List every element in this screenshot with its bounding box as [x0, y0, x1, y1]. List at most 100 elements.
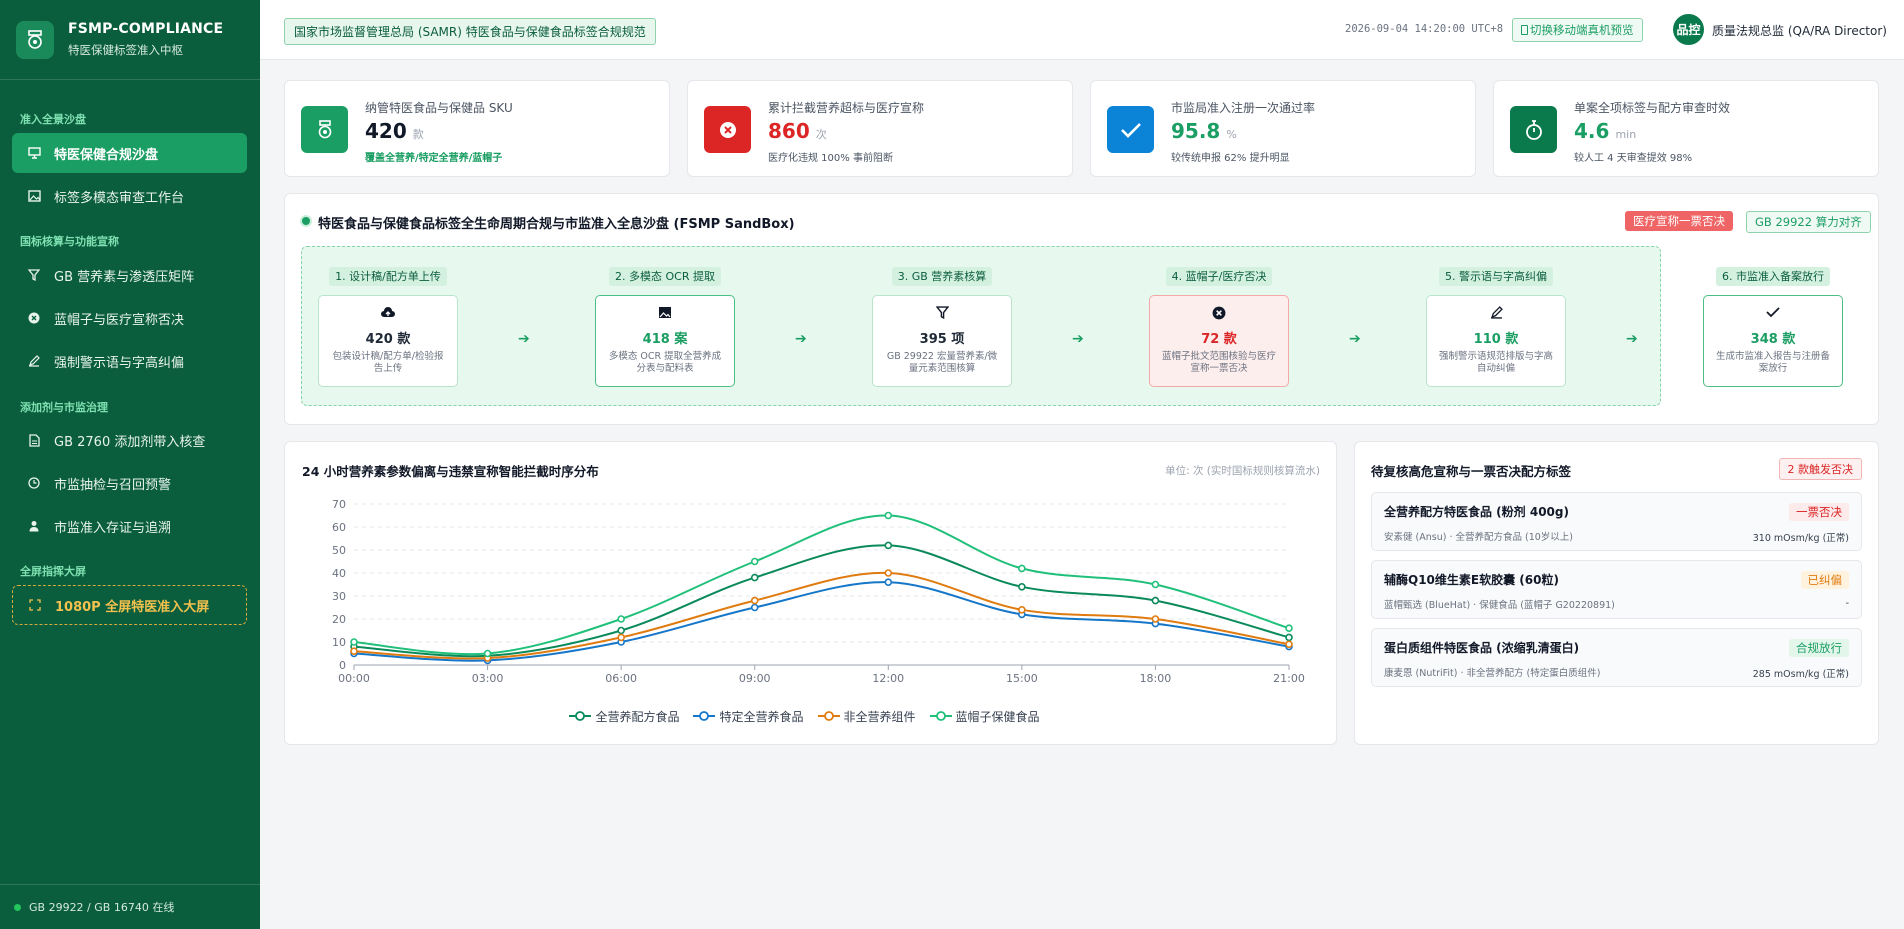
brand: FSMP-COMPLIANCE 特医保健标签准入中枢: [0, 0, 260, 80]
data-point: [884, 541, 893, 550]
mobile-preview-button[interactable]: 切换移动端真机预览: [1512, 18, 1643, 42]
data-point: [1018, 606, 1026, 614]
legend-marker: [817, 711, 840, 721]
x-tick-label: 21:00: [1273, 672, 1305, 685]
step-card-veto[interactable]: 72 款 蓝帽子批文范围核验与医疗宣称一票否决: [1149, 295, 1289, 387]
status-badge: 已纠偏: [1800, 571, 1849, 589]
sidebar-item-recall-alert[interactable]: 市监抽检与召回预警: [12, 463, 247, 503]
kpi-note: 覆盖全营养/特定全营养/蓝帽子: [365, 153, 503, 164]
brand-name: FSMP-COMPLIANCE: [68, 21, 224, 37]
product-name: 蛋白质组件特医食品 (浓缩乳清蛋白): [1384, 641, 1580, 655]
nav-group-fullscreen: 全屏指挥大屏: [20, 565, 86, 578]
user-role[interactable]: 质量法规总监 (QA/RA Director): [1712, 22, 1887, 39]
data-point: [884, 511, 893, 520]
data-point: [1151, 596, 1160, 605]
kpi-value: 420 款: [365, 119, 424, 143]
data-point: [1285, 633, 1293, 642]
step-card-nutrients[interactable]: 395 项 GB 29922 宏量营养素/微量元素范围核算: [872, 295, 1012, 387]
sidebar-item-traceability[interactable]: 市监准入存证与追溯: [12, 506, 247, 546]
regulation-title: 国家市场监督管理总局 (SAMR) 特医食品与保健食品标签合规规范: [284, 18, 656, 45]
kpi-label: 单案全项标签与配方审查时效: [1574, 101, 1731, 115]
legend-item[interactable]: 非全营养组件: [817, 708, 916, 725]
chart-panel: 24 小时营养素参数偏离与违禁宣称智能拦截时序分布 单位: 次 (实时国标规则核…: [284, 441, 1337, 745]
sidebar-item-warning-correction[interactable]: 强制警示语与字高纠偏: [12, 341, 247, 381]
arrow-right-icon: ➔: [795, 331, 807, 347]
step-card-upload[interactable]: 420 款 包装设计稿/配方单/检验报告上传: [318, 295, 458, 387]
step-description: 生成市监准入报告与注册备案放行: [1715, 351, 1830, 374]
x-circle-icon: [704, 106, 751, 153]
image-icon: [26, 188, 42, 204]
data-point: [1018, 583, 1026, 591]
step-value: 395 项: [919, 332, 965, 347]
step-card-ocr[interactable]: 418 案 多模态 OCR 提取全营养成分表与配料表: [595, 295, 735, 387]
clock-icon: [26, 475, 42, 491]
y-tick-label: 20: [332, 613, 346, 626]
step-card-warning[interactable]: 110 款 强制警示语规范排版与字高自动纠偏: [1426, 295, 1566, 387]
sidebar-item-nutrient-matrix[interactable]: GB 营养素与渗透压矩阵: [12, 255, 247, 295]
queue-item[interactable]: 全营养配方特医食品 (粉剂 400g) 安素健 (Ansu) · 全营养配方食品…: [1371, 492, 1862, 551]
sidebar: FSMP-COMPLIANCE 特医保健标签准入中枢 准入全景沙盘 特医保健合规…: [0, 0, 260, 929]
sidebar-item-label: GB 营养素与渗透压矩阵: [54, 269, 195, 285]
step-value: 110 款: [1473, 332, 1519, 347]
status-badge: 合规放行: [1789, 639, 1849, 657]
kpi-label: 市监局准入注册一次通过率: [1171, 101, 1316, 115]
user-icon: [26, 518, 42, 534]
sidebar-item-review-workbench[interactable]: 标签多模态审查工作台: [12, 176, 247, 216]
data-point: [750, 573, 759, 582]
y-tick-label: 50: [332, 544, 346, 557]
sidebar-item-medical-veto[interactable]: 蓝帽子与医疗宣称否决: [12, 298, 247, 338]
step-description: 多模态 OCR 提取全营养成分表与配料表: [608, 351, 722, 374]
product-name: 全营养配方特医食品 (粉剂 400g): [1384, 505, 1569, 519]
queue-item[interactable]: 蛋白质组件特医食品 (浓缩乳清蛋白) 康麦恩 (NutriFit) · 非全营养…: [1371, 628, 1862, 687]
kpi-card-sku: 纳管特医食品与保健品 SKU 420 款 覆盖全营养/特定全营养/蓝帽子: [284, 80, 670, 177]
sidebar-item-label: 强制警示语与字高纠偏: [54, 355, 185, 371]
sidebar-item-fullscreen[interactable]: 1080P 全屏特医准入大屏: [12, 585, 247, 625]
step-value: 72 款: [1201, 332, 1237, 347]
sidebar-item-additive-check[interactable]: GB 2760 添加剂带入核查: [12, 420, 247, 460]
sidebar-item-label: 市监准入存证与追溯: [54, 520, 172, 536]
standards-online-status: GB 29922 / GB 16740 在线: [29, 901, 175, 914]
step-card-release[interactable]: 348 款 生成市监准入报告与注册备案放行: [1703, 295, 1843, 387]
medical-veto-tag: 医疗宣称一票否决: [1625, 211, 1733, 231]
x-tick-label: 18:00: [1140, 672, 1172, 685]
data-point: [617, 633, 625, 642]
product-meta: 蓝帽甄选 (BlueHat) · 保健食品 (蓝帽子 G20220891): [1384, 600, 1615, 611]
product-name: 辅酶Q10维生素E软胶囊 (60粒): [1384, 573, 1559, 587]
top-bar: 国家市场监督管理总局 (SAMR) 特医食品与保健食品标签合规规范 2026-0…: [260, 0, 1904, 60]
medal-icon: [301, 106, 348, 153]
online-status-dot: [14, 903, 21, 911]
pencil-icon: [26, 353, 42, 369]
kpi-label: 纳管特医食品与保健品 SKU: [365, 101, 513, 115]
avatar[interactable]: 品控: [1673, 14, 1704, 45]
step-value: 348 款: [1750, 332, 1796, 347]
legend-item[interactable]: 蓝帽子保健食品: [929, 708, 1040, 725]
filter-icon: [873, 306, 1011, 322]
chart-legend: 全营养配方食品 特定全营养食品 非全营养组件 蓝帽子保健食品: [285, 707, 1338, 726]
data-point: [750, 603, 759, 612]
sidebar-item-sandbox[interactable]: 特医保健合规沙盘: [12, 133, 247, 173]
step-description: 强制警示语规范排版与字高自动纠偏: [1438, 351, 1553, 374]
step-value: 420 款: [365, 332, 411, 347]
gb-alignment-tag: GB 29922 算力对齐: [1746, 211, 1871, 233]
data-point: [1151, 580, 1160, 589]
pipeline-title: 特医食品与保健食品标签全生命周期合规与市监准入全息沙盘 (FSMP SandBo…: [318, 217, 795, 232]
filter-icon: [26, 267, 42, 283]
legend-item[interactable]: 全营养配方食品: [569, 708, 679, 725]
data-point: [350, 647, 358, 655]
x-circle-icon: [1150, 306, 1288, 322]
nav-group-overview: 准入全景沙盘: [20, 113, 86, 126]
kpi-value: 95.8%: [1171, 119, 1237, 143]
arrow-right-icon: ➔: [1349, 331, 1361, 347]
sidebar-item-label: GB 2760 添加剂带入核查: [54, 434, 206, 450]
arrow-right-icon: ➔: [1626, 331, 1638, 347]
sidebar-item-label: 蓝帽子与医疗宣称否决: [54, 312, 185, 328]
data-point: [884, 578, 893, 586]
kpi-card-pass-rate: 市监局准入注册一次通过率 95.8% 较传统申报 62% 提升明显: [1090, 80, 1476, 177]
pencil-icon: [1427, 306, 1565, 322]
queue-item[interactable]: 辅酶Q10维生素E软胶囊 (60粒) 蓝帽甄选 (BlueHat) · 保健食品…: [1371, 560, 1862, 619]
veto-count-badge: 2 款触发否决: [1778, 458, 1862, 480]
y-tick-label: 40: [332, 567, 346, 580]
legend-item[interactable]: 特定全营养食品: [693, 708, 804, 725]
data-point: [1018, 564, 1026, 573]
pipeline-panel: 特医食品与保健食品标签全生命周期合规与市监准入全息沙盘 (FSMP SandBo…: [284, 193, 1879, 425]
